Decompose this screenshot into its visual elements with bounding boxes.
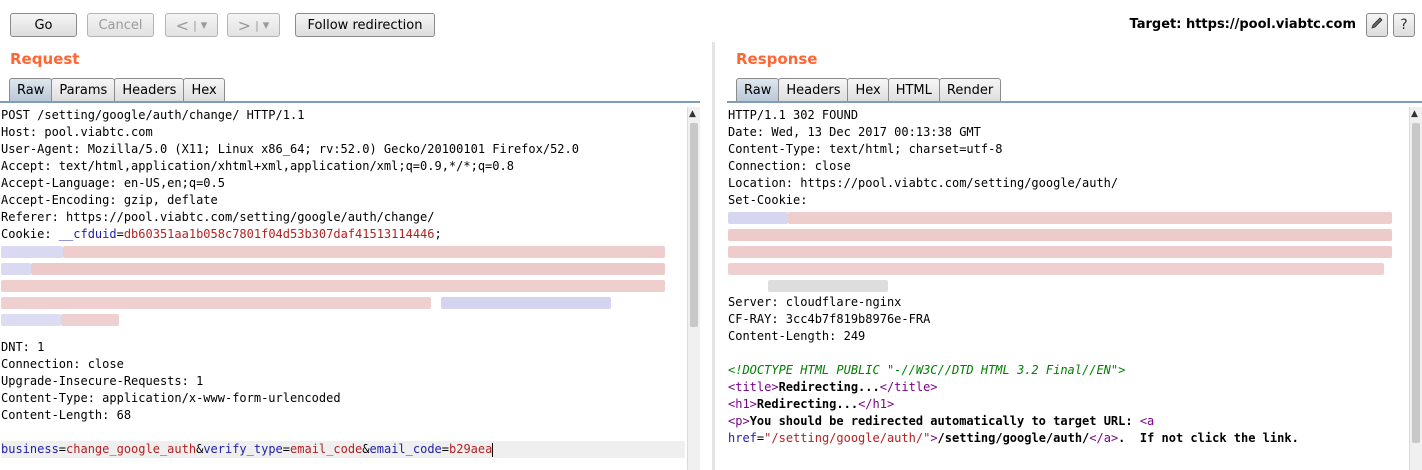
response-scroll-thumb[interactable] (1412, 123, 1420, 443)
back-arrow-icon: < (175, 15, 190, 35)
response-line: Date: Wed, 13 Dec 2017 00:13:38 GMT (728, 125, 981, 139)
cookie-name: __cfduid (58, 227, 117, 241)
html-tag: </a> (1089, 431, 1119, 445)
target-label: Target: https://pool.viabtc.com (1129, 17, 1356, 32)
html-doctype: <!DOCTYPE HTML PUBLIC "-//W3C//DTD HTML … (728, 363, 1126, 377)
html-text: . If not click the link. (1118, 431, 1299, 445)
request-line: Content-Type: application/x-www-form-url… (1, 391, 341, 405)
request-tab-raw[interactable]: Raw (9, 78, 53, 101)
request-scrollbar[interactable]: ▲ (687, 107, 700, 470)
request-line: Content-Length: 68 (1, 408, 132, 422)
request-tabs: Raw Params Headers Hex (9, 78, 225, 101)
html-tag: > (930, 431, 938, 445)
html-text: Redirecting... (778, 380, 880, 394)
param-name: business (1, 442, 59, 456)
back-history-dropdown-icon[interactable]: ▾ (201, 18, 208, 33)
request-line: Connection: close (1, 357, 124, 371)
html-text: /setting/google/auth/ (937, 431, 1090, 445)
go-button[interactable]: Go (10, 13, 77, 37)
cookie-end: ; (434, 227, 442, 241)
html-tag: <p> (728, 414, 750, 428)
html-tag: <a (1139, 414, 1155, 428)
param-eq: = (58, 442, 67, 456)
cookie-label: Cookie: (1, 227, 59, 241)
html-tag: </h1> (858, 397, 895, 411)
html-attr-value: "/setting/google/auth/" (764, 431, 931, 445)
response-line: Server: cloudflare-nginx (728, 295, 902, 309)
response-line: HTTP/1.1 302 FOUND (728, 108, 859, 122)
request-line: DNT: 1 (1, 340, 45, 354)
response-line: CF-RAY: 3cc4b7f819b8976e-FRA (728, 312, 931, 326)
request-line: Referer: https://pool.viabtc.com/setting… (1, 210, 435, 224)
edit-target-button[interactable] (1366, 13, 1388, 37)
cancel-button[interactable]: Cancel (87, 13, 154, 37)
response-tab-underline (727, 101, 1422, 103)
request-line: Accept-Language: en-US,en;q=0.5 (1, 176, 225, 190)
forward-button[interactable]: > | ▾ (227, 13, 280, 37)
request-line: User-Agent: Mozilla/5.0 (X11; Linux x86_… (1, 142, 579, 156)
response-line: Content-Length: 249 (728, 329, 866, 343)
follow-redirection-button[interactable]: Follow redirection (295, 13, 435, 37)
html-a-line: href="/setting/google/auth/">/setting/go… (728, 430, 1406, 447)
response-tab-render[interactable]: Render (938, 78, 1002, 101)
param-value: change_google_auth (66, 442, 197, 456)
request-line: Upgrade-Insecure-Requests: 1 (1, 374, 204, 388)
response-scrollbar[interactable]: ▲ (1409, 107, 1422, 470)
back-button[interactable]: < | ▾ (165, 13, 218, 37)
response-viewer[interactable]: HTTP/1.1 302 FOUND Date: Wed, 13 Dec 201… (728, 107, 1406, 470)
html-text: You should be redirected automatically t… (749, 414, 1140, 428)
request-scroll-thumb[interactable] (690, 123, 698, 327)
cookie-line: Cookie: __cfduid=db60351aa1b058c7801f04d… (1, 226, 685, 243)
html-text: Redirecting... (756, 397, 859, 411)
html-h1-line: <h1>Redirecting...</h1> (728, 396, 1406, 413)
html-tag: </title> (879, 380, 938, 394)
forward-arrow-icon: > (237, 15, 252, 35)
cookie-eq: = (116, 227, 124, 241)
text-caret (492, 442, 494, 457)
response-tab-hex[interactable]: Hex (847, 78, 889, 101)
param-value: b29aea (449, 442, 493, 456)
request-title: Request (10, 50, 80, 68)
response-tabs: Raw Headers Hex HTML Render (736, 78, 1002, 101)
request-line: Accept: text/html,application/xhtml+xml,… (1, 159, 514, 173)
redacted-cookie-block (1, 243, 685, 339)
response-line: Set-Cookie: (728, 193, 808, 207)
param-amp: & (362, 442, 370, 456)
html-tag: <title> (728, 380, 779, 394)
param-name: verify_type (203, 442, 283, 456)
html-attr-name: href (728, 431, 757, 445)
html-p-line: <p>You should be redirected automaticall… (728, 413, 1406, 430)
param-value: email_code (290, 442, 363, 456)
help-icon: ? (1400, 17, 1408, 33)
pencil-icon (1370, 16, 1384, 34)
response-tab-headers[interactable]: Headers (778, 78, 849, 101)
html-title-line: <title>Redirecting...</title> (728, 379, 1406, 396)
response-tab-raw[interactable]: Raw (736, 78, 780, 101)
response-title: Response (736, 50, 818, 68)
param-eq: = (282, 442, 291, 456)
param-eq: = (441, 442, 449, 456)
request-line: POST /setting/google/auth/change/ HTTP/1… (1, 108, 305, 122)
pane-splitter[interactable] (712, 42, 715, 470)
response-line: Content-Type: text/html; charset=utf-8 (728, 142, 1003, 156)
scroll-up-icon[interactable]: ▲ (1411, 109, 1418, 119)
request-tab-headers[interactable]: Headers (114, 78, 185, 101)
scroll-up-icon[interactable]: ▲ (689, 109, 696, 119)
request-line: Host: pool.viabtc.com (1, 125, 153, 139)
request-line: Accept-Encoding: gzip, deflate (1, 193, 218, 207)
request-editor[interactable]: POST /setting/google/auth/change/ HTTP/1… (1, 107, 685, 470)
response-line: Location: https://pool.viabtc.com/settin… (728, 176, 1119, 190)
cookie-value: db60351aa1b058c7801f04d53b307daf41513114… (123, 227, 435, 241)
response-line: Connection: close (728, 159, 851, 173)
response-tab-html[interactable]: HTML (887, 78, 940, 101)
request-tab-hex[interactable]: Hex (183, 78, 225, 101)
html-tag: <h1> (728, 397, 757, 411)
request-tab-underline (0, 101, 700, 103)
request-body-line[interactable]: business=change_google_auth&verify_type=… (1, 441, 685, 458)
request-tab-params[interactable]: Params (51, 78, 116, 101)
redacted-set-cookie-block (728, 209, 1406, 294)
help-button[interactable]: ? (1393, 13, 1415, 37)
param-name: email_code (369, 442, 442, 456)
forward-history-dropdown-icon[interactable]: ▾ (263, 18, 270, 33)
